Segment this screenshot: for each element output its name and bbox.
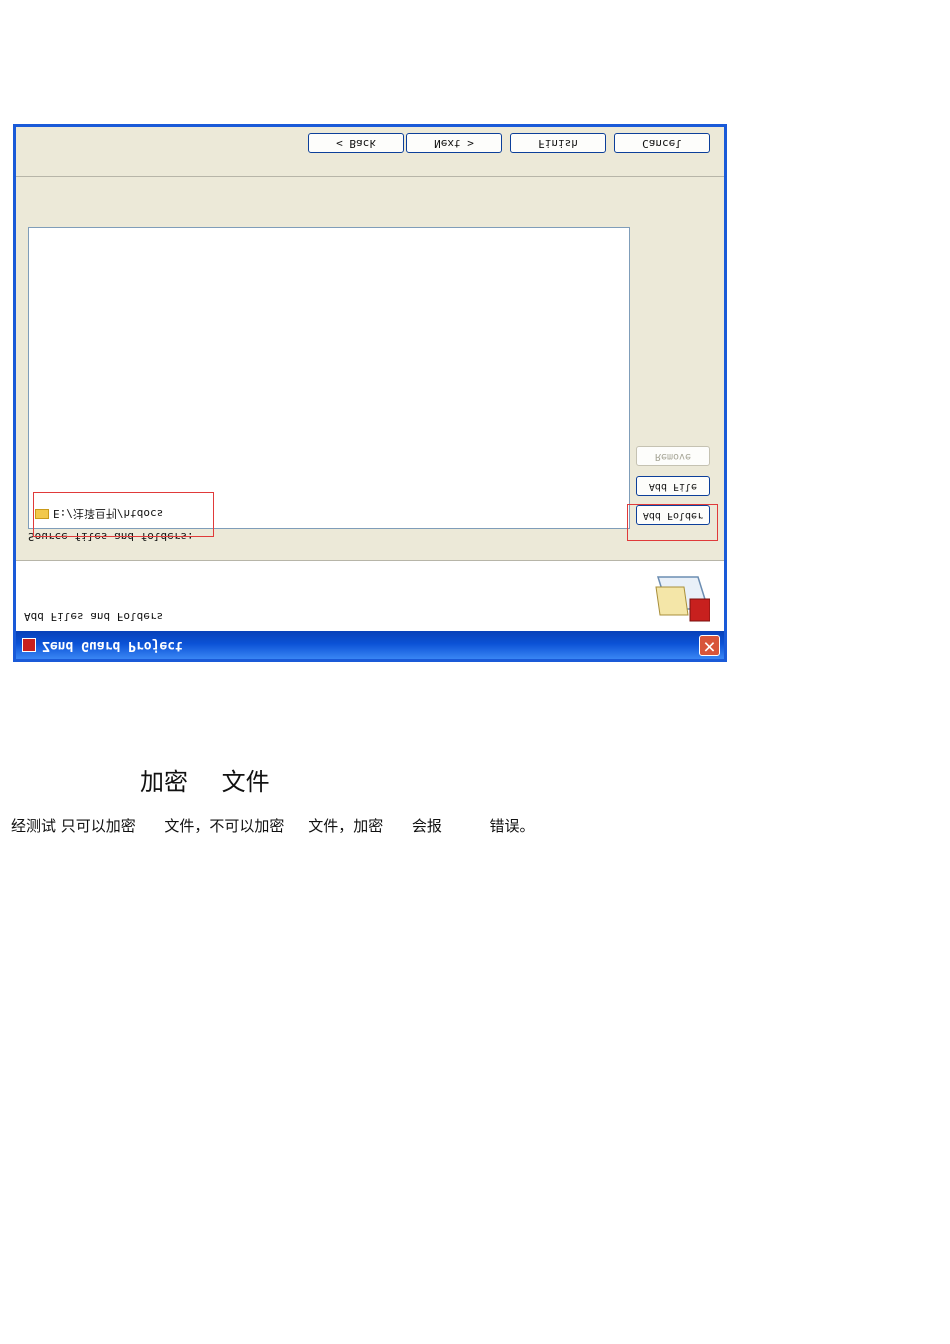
caption-part-a: 加密 — [140, 768, 188, 796]
app-icon — [22, 638, 36, 652]
add-file-button[interactable]: Add File — [636, 476, 710, 496]
dialog-window: Zend Guard Project ✕ Add Files and Folde… — [13, 124, 727, 662]
window-title: Zend Guard Project — [42, 638, 183, 653]
footer-separator — [16, 176, 724, 177]
finish-button[interactable]: Finish — [510, 133, 606, 153]
remove-button[interactable]: Remove — [636, 446, 710, 466]
header-title: Add Files and Folders — [24, 610, 164, 623]
zend-guard-logo-icon — [655, 576, 710, 622]
source-files-list[interactable]: E:/注译旦刊/htdocs — [28, 227, 630, 529]
highlight-path-box — [33, 492, 214, 537]
screenshot: Zend Guard Project ✕ Add Files and Folde… — [13, 124, 727, 662]
title-bar: Zend Guard Project ✕ — [16, 631, 724, 659]
close-button[interactable]: ✕ — [699, 635, 720, 656]
description-text: 经测试 只可以加密 文件，不可以加密 文件，加密 会报 错误。 — [11, 817, 535, 835]
highlight-add-folder-box — [627, 504, 718, 541]
caption-part-b: 文件 — [221, 768, 270, 796]
wizard-header: Add Files and Folders — [16, 560, 724, 631]
cancel-button[interactable]: Cancel — [614, 133, 710, 153]
back-button[interactable]: < Back — [308, 133, 404, 153]
caption: 加密 文件 — [140, 762, 296, 797]
next-button[interactable]: Next > — [406, 133, 502, 153]
